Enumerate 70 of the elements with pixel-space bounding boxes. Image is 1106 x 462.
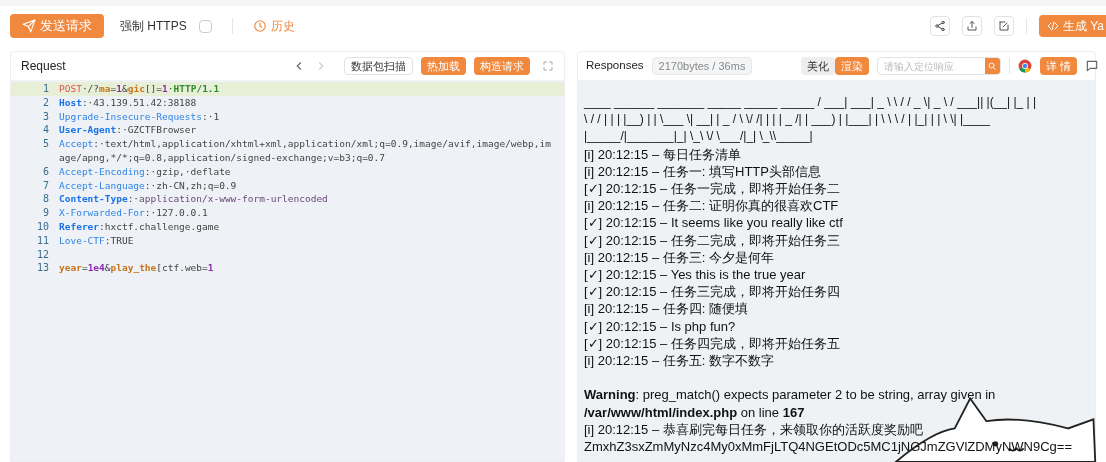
line-number: 4: [41, 123, 50, 138]
log-line: [i] 20:12:15 – 任务二: 证明你真的很喜欢CTF: [584, 197, 839, 215]
warning-message: Warning: preg_match() expects parameter 2 to be string, array given in /var/www/html/index.php on line 167: [584, 386, 997, 421]
share-button[interactable]: [929, 16, 950, 36]
line-number: 8: [41, 192, 50, 207]
log-line: [✓] 20:12:15 – Yes this is the true year: [584, 266, 806, 284]
hot-reload-button[interactable]: 热加载: [421, 57, 466, 75]
fullscreen-icon: [542, 60, 554, 72]
responses-title: Responses: [586, 58, 644, 74]
line-number: 1: [41, 82, 50, 96]
response-stats: 2170bytes / 36ms: [651, 56, 753, 76]
log-line: [i] 20:12:15 – 任务五: 数字不数字: [584, 352, 774, 370]
send-button[interactable]: 发送请求: [10, 14, 104, 38]
log-line: [✓] 20:12:15 – 任务三完成，即将开始任务四: [584, 283, 840, 301]
log-line: [✓] 20:12:15 – Is php fun?: [584, 317, 736, 335]
upload-icon: [965, 20, 978, 32]
line-number: 11: [35, 233, 50, 248]
line-number: 3: [41, 109, 50, 124]
edit-icon: [997, 20, 1010, 32]
ascii-art-line: |_____/|_______|_| \_\ \/ \___/|_| \_\\_____|: [584, 128, 814, 146]
line-number: 13: [35, 261, 50, 276]
log-line: [✓] 20:12:15 – 任务二完成，即将开始任务三: [584, 231, 840, 249]
ascii-art-line: \ / / | | | |__) | | \___ \| __| | _ / \ \/ /| | | | _ /| | ___) | |___| | \ \ \ / | |_| | | \ \| |____: [584, 111, 991, 129]
build-request-button[interactable]: 构造请求: [474, 57, 530, 75]
edit-button[interactable]: [993, 16, 1014, 36]
send-icon: [22, 19, 36, 33]
code-line: Referer:hxctf.challenge.game: [59, 219, 221, 234]
line-number: 9: [41, 206, 50, 220]
line-number: 2: [41, 95, 50, 110]
log-line: [✓] 20:12:15 – 任务四完成，即将开始任务五: [584, 334, 840, 353]
code-line: Content-Type:·application/x-www-form-urlencoded: [59, 192, 329, 207]
generate-button[interactable]: 生成 Ya: [1038, 15, 1106, 37]
code-line: year=1e4&play_the[ctf.web=1: [59, 261, 215, 276]
code-line: Host:·43.139.51.42:38188: [59, 95, 198, 110]
code-line: Accept-Encoding:·gzip,·deflate: [59, 164, 232, 179]
log-line: [i] 20:12:15 – 每日任务清单: [584, 145, 741, 163]
code-line: Upgrade-Insecure-Requests:·1: [59, 109, 221, 124]
code-line: Accept-Language:·zh-CN,zh;q=0.9: [59, 178, 238, 193]
view-mode-tab[interactable]: 美化: [800, 57, 835, 75]
share-icon: [933, 20, 946, 32]
line-number: 10: [35, 219, 50, 234]
line-number: 5: [41, 137, 50, 152]
history-button[interactable]: 历史: [252, 17, 295, 35]
code-line: POST·/?ma=1&gic[]=1·HTTP/1.1: [59, 82, 221, 96]
log-line: [i] 20:12:15 – 恭喜刷完每日任务，来领取你的活跃度奖励吧: [584, 420, 923, 439]
line-number: 6: [41, 164, 50, 179]
line-number: 12: [35, 247, 50, 262]
browser-icon[interactable]: [1017, 59, 1032, 73]
log-line: [✓] 20:12:15 – It seems like you really like ctf: [584, 214, 843, 232]
request-title: Request: [21, 58, 67, 75]
view-mode-tab[interactable]: 渲染: [834, 57, 869, 75]
ascii-art-line: ____ ______ _______ _____ _____ _____ / ___| ___| _ \ \ / / _ \| _ \ / ___|| |(__| |_ | |: [584, 94, 1038, 111]
code-line: Love-CTF:TRUE: [59, 233, 135, 248]
comment-icon: [1085, 59, 1099, 73]
code-line: Accept:·text/html,application/xhtml+xml,application/xml;q=0.9,image/avif,image/webp,im age/apng,*/*;q=0.8,application/signed-exchange;v=b3;q=0.7: [59, 137, 552, 165]
search-icon: [987, 61, 998, 71]
scan-button[interactable]: 数据包扫描: [344, 57, 413, 75]
log-line: [i] 20:12:15 – 任务三: 今夕是何年: [584, 248, 774, 267]
code-line: X-Forwarded-For:·127.0.0.1: [59, 206, 209, 220]
force-https-checkbox[interactable]: [198, 19, 212, 33]
clock-icon: [252, 19, 267, 33]
line-number: 7: [41, 178, 50, 193]
log-line: [i] 20:12:15 – 任务一: 填写HTTP头部信息: [584, 162, 821, 180]
log-line: [✓] 20:12:15 – 任务一完成，即将开始任务二: [584, 180, 840, 198]
details-button[interactable]: 详 情: [1039, 57, 1077, 75]
code-icon: [1046, 20, 1059, 32]
code-line: User-Agent:·GZCTFBrowser: [59, 123, 198, 138]
log-line: [i] 20:12:15 – 任务四: 随便填: [584, 300, 748, 318]
force-https-label: 强制 HTTPS: [120, 18, 187, 35]
upload-button[interactable]: [961, 16, 982, 36]
